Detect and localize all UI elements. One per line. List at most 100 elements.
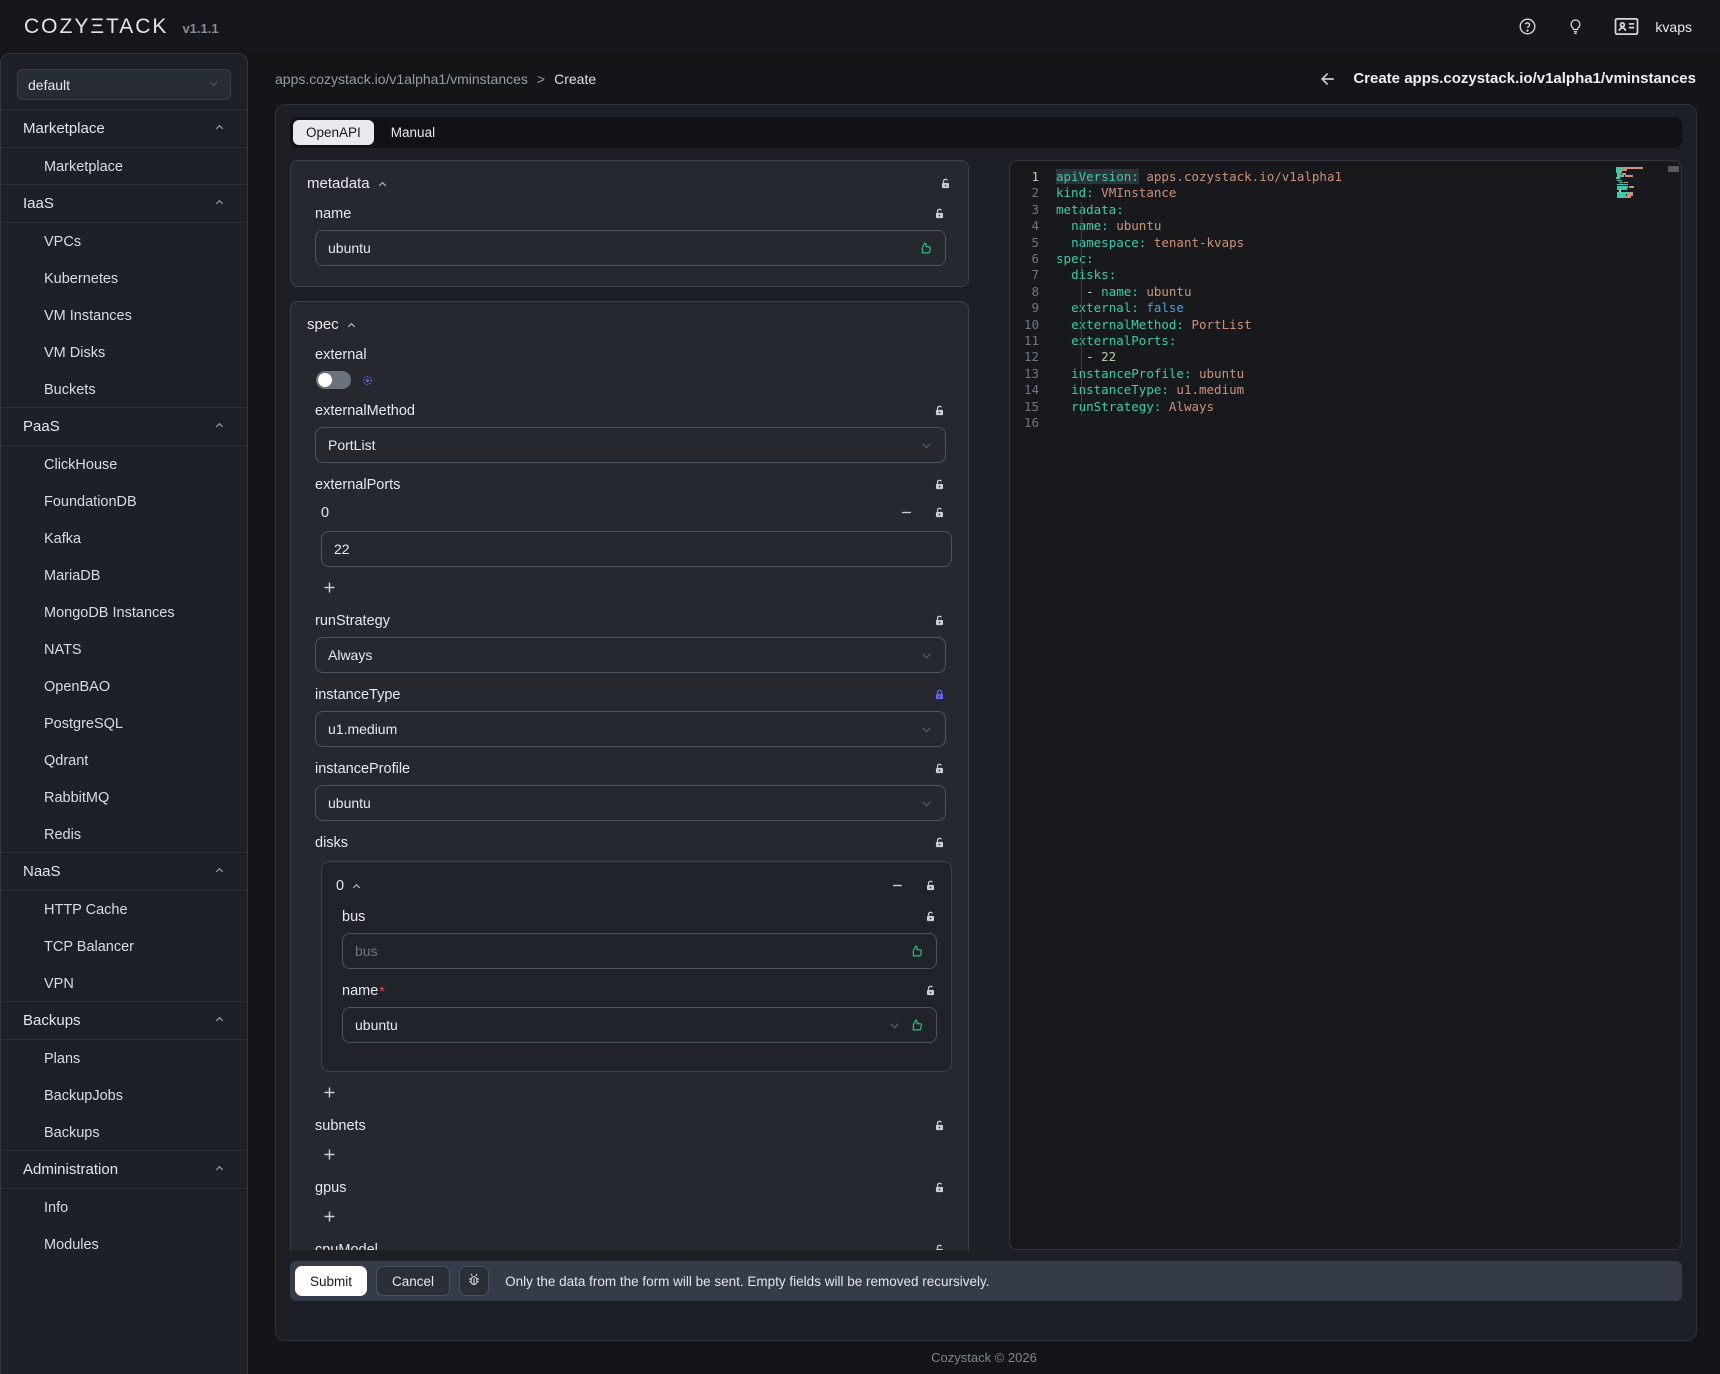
section-metadata-title: metadata — [307, 175, 370, 192]
sidebar-item-http-cache[interactable]: HTTP Cache — [1, 891, 247, 928]
sidebar-section-marketplace[interactable]: Marketplace — [1, 109, 247, 148]
lock-icon[interactable] — [933, 836, 946, 850]
lock-icon[interactable] — [939, 177, 952, 191]
chevron-down-icon — [888, 1019, 901, 1032]
sidebar-item-foundationdb[interactable]: FoundationDB — [1, 483, 247, 520]
thumbs-up-icon[interactable] — [918, 241, 933, 256]
collapse-caret-icon[interactable] — [377, 179, 388, 190]
sidebar-section-administration[interactable]: Administration — [1, 1150, 247, 1189]
sidebar-item-mongodb-instances[interactable]: MongoDB Instances — [1, 594, 247, 631]
field-label: gpus — [315, 1180, 346, 1196]
sidebar-item-vm-disks[interactable]: VM Disks — [1, 334, 247, 371]
collapse-caret-icon[interactable] — [351, 881, 362, 892]
editor-scrollbar[interactable] — [1668, 166, 1679, 172]
sidebar-item-vpcs[interactable]: VPCs — [1, 223, 247, 260]
sidebar-section-backups[interactable]: Backups — [1, 1001, 247, 1040]
line-number: 6 — [1010, 251, 1056, 267]
sidebar-item-mariadb[interactable]: MariaDB — [1, 557, 247, 594]
yaml-editor[interactable]: 1apiVersion: apps.cozystack.io/v1alpha12… — [1009, 160, 1682, 1250]
help-icon[interactable] — [1518, 17, 1537, 36]
sidebar-section-paas[interactable]: PaaS — [1, 407, 247, 446]
sidebar-item-postgresql[interactable]: PostgreSQL — [1, 705, 247, 742]
sidebar-item-backups[interactable]: Backups — [1, 1114, 247, 1151]
sidebar-item-kafka[interactable]: Kafka — [1, 520, 247, 557]
field-subnets: subnets — [315, 1118, 946, 1134]
sidebar-item-qdrant[interactable]: Qdrant — [1, 742, 247, 779]
namespace-select[interactable]: default — [17, 69, 231, 100]
editor-line: 4 name: ubuntu — [1010, 218, 1681, 234]
back-arrow-icon[interactable] — [1318, 69, 1338, 89]
submit-button[interactable]: Submit — [295, 1266, 367, 1296]
disk-name-select[interactable]: ubuntu — [342, 1007, 937, 1043]
sidebar-item-backupjobs[interactable]: BackupJobs — [1, 1077, 247, 1114]
sidebar-item-marketplace[interactable]: Marketplace — [1, 148, 247, 185]
lock-icon[interactable] — [933, 762, 946, 776]
username[interactable]: kvaps — [1655, 19, 1692, 35]
default-indicator-icon[interactable] — [362, 375, 373, 386]
externalMethod-select[interactable]: PortList — [315, 427, 946, 463]
breadcrumb-path[interactable]: apps.cozystack.io/v1alpha1/vminstances — [275, 71, 528, 87]
tab-manual[interactable]: Manual — [378, 120, 448, 145]
remove-item-button[interactable] — [888, 876, 907, 895]
sidebar-item-clickhouse[interactable]: ClickHouse — [1, 446, 247, 483]
external-toggle[interactable] — [316, 371, 351, 389]
sidebar-section-naas[interactable]: NaaS — [1, 852, 247, 891]
instanceType-select[interactable]: u1.medium — [315, 711, 946, 747]
add-subnet-button[interactable] — [321, 1146, 343, 1163]
line-number: 5 — [1010, 235, 1056, 251]
sidebar-item-rabbitmq[interactable]: RabbitMQ — [1, 779, 247, 816]
sidebar-section-iaas[interactable]: IaaS — [1, 184, 247, 223]
thumbs-up-icon[interactable] — [909, 1018, 924, 1033]
lock-icon[interactable] — [933, 1243, 946, 1250]
sidebar-item-plans[interactable]: Plans — [1, 1040, 247, 1077]
field-label: externalMethod — [315, 403, 415, 419]
editor-minimap[interactable] — [1616, 167, 1662, 201]
sidebar-item-info[interactable]: Info — [1, 1189, 247, 1226]
lock-icon[interactable] — [924, 879, 937, 893]
instanceProfile-select[interactable]: ubuntu — [315, 785, 946, 821]
lock-icon[interactable] — [933, 207, 946, 221]
collapse-caret-icon[interactable] — [346, 320, 357, 331]
sidebar-item-vm-instances[interactable]: VM Instances — [1, 297, 247, 334]
add-disk-button[interactable] — [321, 1084, 343, 1101]
lock-icon[interactable] — [933, 478, 946, 492]
user-badge-icon[interactable] — [1614, 16, 1639, 37]
lock-locked-icon[interactable] — [933, 688, 946, 702]
chevron-down-icon — [920, 723, 933, 736]
metadata-name-input[interactable] — [328, 240, 910, 256]
field-label: externalPorts — [315, 477, 400, 493]
lock-icon[interactable] — [933, 404, 946, 418]
lock-icon[interactable] — [924, 910, 937, 924]
debug-button[interactable] — [459, 1266, 489, 1296]
sidebar-item-redis[interactable]: Redis — [1, 816, 247, 853]
theme-lightbulb-icon[interactable] — [1567, 17, 1584, 36]
lock-icon[interactable] — [933, 614, 946, 628]
tab-openapi[interactable]: OpenAPI — [293, 120, 374, 145]
runStrategy-select[interactable]: Always — [315, 637, 946, 673]
sidebar-item-openbao[interactable]: OpenBAO — [1, 668, 247, 705]
sidebar-item-buckets[interactable]: Buckets — [1, 371, 247, 408]
field-label: bus — [342, 909, 365, 925]
line-number: 16 — [1010, 415, 1056, 431]
remove-item-button[interactable] — [897, 503, 916, 522]
thumbs-up-icon[interactable] — [909, 944, 924, 959]
lock-icon[interactable] — [933, 1181, 946, 1195]
externalPorts-item-input[interactable] — [334, 541, 939, 557]
sidebar-item-kubernetes[interactable]: Kubernetes — [1, 260, 247, 297]
sidebar-item-nats[interactable]: NATS — [1, 631, 247, 668]
disk-bus-input[interactable] — [355, 943, 901, 959]
lock-icon[interactable] — [924, 984, 937, 998]
breadcrumb: apps.cozystack.io/v1alpha1/vminstances >… — [275, 71, 596, 87]
add-gpu-button[interactable] — [321, 1208, 343, 1225]
field-label: subnets — [315, 1118, 366, 1134]
lock-icon[interactable] — [933, 506, 946, 520]
sidebar-item-tcp-balancer[interactable]: TCP Balancer — [1, 928, 247, 965]
section-metadata: metadata name — [290, 160, 969, 287]
required-marker: * — [379, 983, 384, 999]
add-externalPort-button[interactable] — [321, 579, 343, 596]
sidebar-item-modules[interactable]: Modules — [1, 1226, 247, 1263]
cancel-button[interactable]: Cancel — [376, 1266, 450, 1296]
lock-icon[interactable] — [933, 1119, 946, 1133]
app-logo: COZYΞTACK — [24, 15, 168, 39]
sidebar-item-vpn[interactable]: VPN — [1, 965, 247, 1002]
